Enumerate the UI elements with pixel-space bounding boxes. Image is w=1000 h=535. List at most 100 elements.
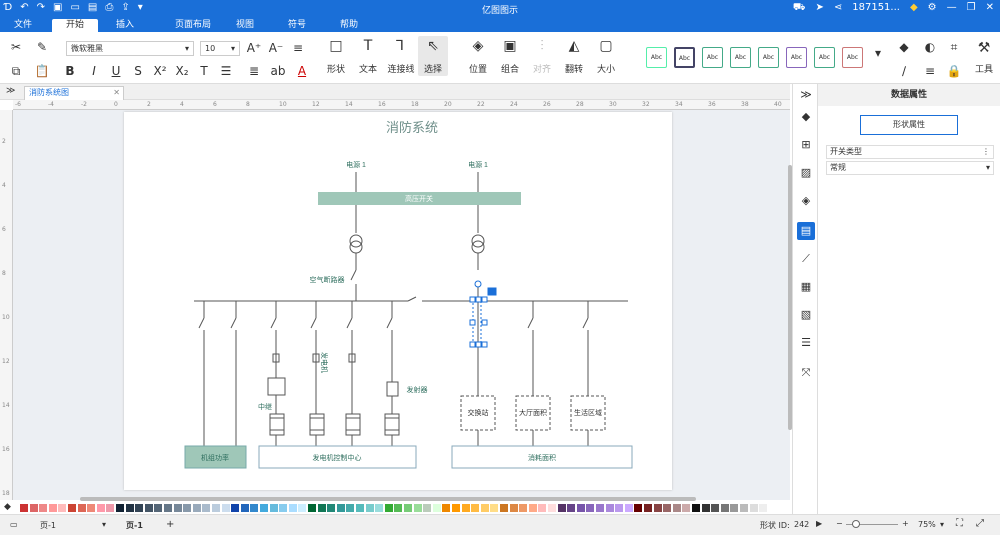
color-swatch[interactable] — [404, 504, 412, 512]
lobby-label[interactable]: 大厅面积 — [519, 408, 547, 417]
color-swatch[interactable] — [173, 504, 182, 512]
color-swatch[interactable] — [192, 504, 201, 512]
power1-label[interactable]: 电源 1 — [346, 160, 366, 169]
style-swatch-3[interactable]: Abc — [702, 47, 723, 68]
color-swatch[interactable] — [740, 504, 748, 512]
color-swatch[interactable] — [384, 504, 393, 512]
zoom-in-icon[interactable]: + — [902, 519, 909, 528]
transmitter-label[interactable]: 发射器 — [407, 385, 428, 394]
send-icon[interactable]: ➤ — [815, 2, 823, 15]
minimize-button[interactable]: — — [947, 2, 957, 15]
page-layout-icon[interactable]: ▭ — [10, 520, 18, 529]
align-text-icon[interactable]: ≡ — [290, 41, 306, 55]
bullet-list-icon[interactable]: ☰ — [218, 64, 234, 78]
fullscreen-icon[interactable]: ⤢ — [976, 518, 984, 529]
grid-panel-icon[interactable]: ⊞ — [797, 136, 815, 154]
share-icon[interactable]: ⋖ — [834, 2, 842, 15]
color-swatch[interactable] — [480, 504, 489, 512]
color-swatch[interactable] — [644, 504, 652, 512]
switch-type-select[interactable]: 常规 ▾ — [826, 161, 994, 175]
color-swatch[interactable] — [413, 504, 422, 512]
color-swatch[interactable] — [135, 504, 144, 512]
color-swatch[interactable] — [730, 504, 739, 512]
select-label[interactable]: 选择 — [418, 62, 448, 75]
font-grow-icon[interactable]: A⁺ — [246, 41, 262, 55]
text-style-icon[interactable]: T — [196, 64, 212, 78]
size-label[interactable]: 大小 — [592, 62, 620, 75]
settings-icon[interactable]: ⚙ — [928, 2, 937, 15]
align-icon[interactable]: ⫶ — [534, 38, 550, 54]
color-swatch[interactable] — [509, 504, 518, 512]
air-breaker-label[interactable]: 空气断路器 — [310, 275, 345, 284]
page-tab[interactable]: 页-1 — [126, 520, 143, 531]
diagram-title[interactable]: 消防系统 — [386, 120, 438, 135]
color-swatch[interactable] — [125, 504, 134, 512]
font-color-icon[interactable]: A — [294, 64, 310, 78]
table-panel-icon[interactable]: ▦ — [797, 278, 815, 296]
close-button[interactable]: ✕ — [986, 2, 994, 15]
group-label[interactable]: 组合 — [496, 62, 524, 75]
tab-help[interactable]: 帮助 — [330, 19, 368, 32]
color-swatch[interactable] — [164, 504, 172, 512]
color-swatch[interactable] — [298, 504, 307, 512]
color-swatch[interactable] — [624, 504, 633, 512]
tab-symbols[interactable]: 符号 — [278, 19, 316, 32]
color-swatch[interactable] — [749, 504, 758, 512]
color-swatch[interactable] — [528, 504, 537, 512]
color-swatch[interactable] — [96, 504, 105, 512]
color-swatch[interactable] — [68, 504, 76, 512]
color-swatch[interactable] — [212, 504, 220, 512]
color-swatch[interactable] — [39, 504, 48, 512]
library-toggle-icon[interactable]: ≫ — [6, 86, 15, 96]
list-icon[interactable]: ≣ — [246, 64, 262, 78]
strikethrough-icon[interactable]: S — [130, 64, 146, 78]
fill-panel-icon[interactable]: ◆ — [797, 108, 815, 126]
color-swatch[interactable] — [308, 504, 316, 512]
close-tab-icon[interactable]: ✕ — [113, 87, 120, 99]
color-swatch[interactable] — [576, 504, 585, 512]
style-swatch-5[interactable]: Abc — [758, 47, 779, 68]
style-swatch-7[interactable]: Abc — [814, 47, 835, 68]
fit-page-icon[interactable]: ⛶ — [956, 518, 963, 529]
flip-icon[interactable]: ◭ — [566, 38, 582, 54]
color-swatch[interactable] — [423, 504, 432, 512]
fill-bucket-icon[interactable]: ◆ — [4, 502, 11, 512]
color-swatch[interactable] — [557, 504, 566, 512]
color-swatch[interactable] — [461, 504, 470, 512]
text-icon[interactable]: T — [360, 38, 376, 54]
shape-label[interactable]: 形状 — [322, 62, 350, 75]
add-page-button[interactable]: + — [166, 519, 174, 530]
zoom-value[interactable]: 75% — [918, 520, 936, 529]
document-tab[interactable]: 消防系统图 ✕ — [24, 86, 124, 100]
color-swatch[interactable] — [346, 504, 355, 512]
color-swatch[interactable] — [375, 504, 384, 512]
color-swatch[interactable] — [471, 504, 480, 512]
color-swatch[interactable] — [240, 504, 249, 512]
color-swatch[interactable] — [442, 504, 451, 512]
lock-icon[interactable]: 🔒 — [946, 64, 962, 78]
superscript-icon[interactable]: X² — [152, 64, 168, 78]
color-swatch[interactable] — [538, 504, 547, 512]
text-label[interactable]: 文本 — [354, 62, 382, 75]
color-swatch[interactable] — [29, 504, 38, 512]
horizontal-scrollbar[interactable] — [80, 497, 696, 501]
style-more-icon[interactable]: ▾ — [870, 46, 886, 60]
color-swatch[interactable] — [615, 504, 624, 512]
color-swatch[interactable] — [452, 504, 460, 512]
generator-label[interactable]: 发电机 — [320, 352, 329, 373]
zoom-out-icon[interactable]: − — [836, 519, 843, 528]
image-panel-icon[interactable]: ▨ — [797, 164, 815, 182]
line-color-icon[interactable]: ∕ — [896, 64, 912, 78]
expand-panel-icon[interactable]: ⤧ — [797, 364, 815, 382]
color-swatch[interactable] — [77, 504, 86, 512]
tab-view[interactable]: 视图 — [226, 19, 264, 32]
underline-icon[interactable]: U — [108, 64, 124, 78]
style-swatch-8[interactable]: Abc — [842, 47, 863, 68]
tools-label[interactable]: 工具 — [972, 62, 996, 75]
color-swatch[interactable] — [336, 504, 345, 512]
color-swatch[interactable] — [87, 504, 96, 512]
color-swatch[interactable] — [519, 504, 528, 512]
tab-page-layout[interactable]: 页面布局 — [160, 19, 226, 32]
style-swatch-4[interactable]: Abc — [730, 47, 751, 68]
color-swatch[interactable] — [48, 504, 57, 512]
